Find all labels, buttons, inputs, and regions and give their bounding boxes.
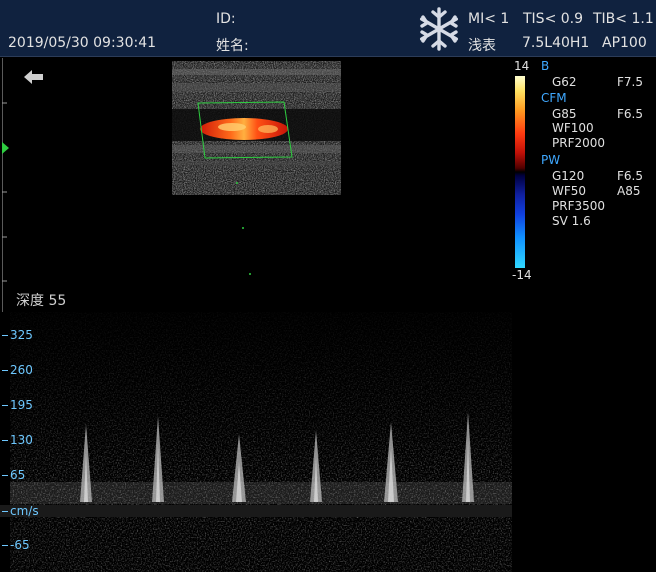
tib-value: TIB< 1.1	[593, 11, 654, 27]
pw-angle[interactable]: A85	[617, 184, 640, 198]
b-frequency[interactable]: F7.5	[617, 75, 643, 89]
cfm-header[interactable]: CFM	[541, 91, 567, 105]
b-gain[interactable]: G62	[552, 75, 577, 89]
depth-value[interactable]: 55	[48, 293, 66, 309]
sample-line-dot	[242, 227, 244, 229]
cfm-wall-filter[interactable]: WF100	[552, 121, 594, 135]
sample-line-dot	[236, 182, 238, 184]
pw-gain[interactable]: G120	[552, 169, 584, 183]
header-bar: 2019/05/30 09:30:41 ID: 姓名: MI< 1 TIS< 0…	[0, 0, 656, 57]
scale-tick	[2, 440, 8, 441]
datetime: 2019/05/30 09:30:41	[8, 35, 157, 51]
scale-unit: cm/s	[10, 504, 39, 518]
focus-marker-icon[interactable]	[2, 142, 10, 154]
sample-line-dot	[249, 273, 251, 275]
scale-tick	[2, 545, 8, 546]
depth-readout: 深度 55	[16, 290, 66, 310]
probe-name[interactable]: 7.5L40H1	[522, 35, 589, 51]
tis-value: TIS< 0.9	[523, 11, 584, 27]
cfm-gain[interactable]: G85	[552, 107, 577, 121]
b-mode-header[interactable]: B	[541, 59, 549, 73]
scale-label-260: 260	[10, 363, 33, 377]
colorbar-top: 14	[514, 59, 530, 73]
patient-id-label[interactable]: ID:	[216, 11, 236, 27]
scale-label-325: 325	[10, 328, 33, 342]
exam-preset[interactable]: 浅表	[468, 35, 496, 55]
acoustic-power: AP100	[602, 35, 647, 51]
color-velocity-bar	[515, 76, 525, 268]
scale-tick	[2, 370, 8, 371]
pw-wall-filter[interactable]: WF50	[552, 184, 586, 198]
scale-label-65: 65	[10, 468, 26, 482]
cfm-frequency[interactable]: F6.5	[617, 107, 643, 121]
scale-tick	[2, 511, 8, 512]
cfm-prf[interactable]: PRF2000	[552, 136, 605, 150]
scale-tick	[2, 405, 8, 406]
depth-label: 深度	[16, 293, 44, 309]
scale-label-130: 130	[10, 433, 33, 447]
colorbar-bottom: -14	[512, 268, 532, 282]
patient-name-label[interactable]: 姓名:	[216, 35, 249, 55]
pw-prf[interactable]: PRF3500	[552, 199, 605, 213]
pw-sample-volume[interactable]: SV 1.6	[552, 214, 591, 228]
scale-label-195: 195	[10, 398, 33, 412]
velocity-scale: 325 260 195 130 65 cm/s -65	[0, 312, 512, 572]
mi-value: MI< 1	[468, 11, 510, 27]
bmode-image[interactable]	[0, 57, 512, 313]
scale-tick	[2, 475, 8, 476]
scale-tick	[2, 335, 8, 336]
back-arrow-icon[interactable]	[24, 70, 44, 84]
pw-frequency[interactable]: F6.5	[617, 169, 643, 183]
scale-label-neg65: -65	[10, 538, 30, 552]
snowflake-icon[interactable]	[416, 6, 462, 52]
pw-header[interactable]: PW	[541, 153, 560, 167]
